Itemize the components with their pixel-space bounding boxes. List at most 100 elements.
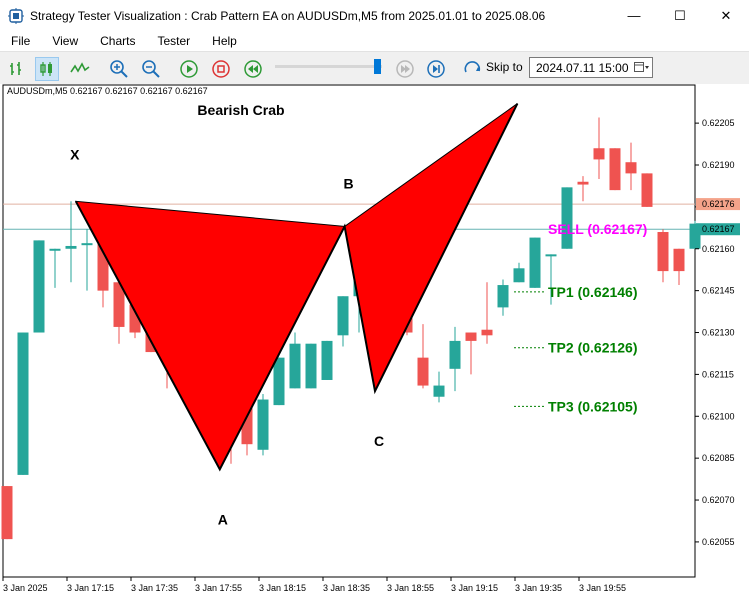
menu-charts[interactable]: Charts xyxy=(89,34,146,48)
skip-to-button[interactable] xyxy=(461,57,485,81)
skip-disabled-icon xyxy=(396,60,414,78)
x-tick-label: 3 Jan 17:55 xyxy=(195,583,242,593)
maximize-icon: ☐ xyxy=(674,7,686,23)
play-button[interactable] xyxy=(177,57,201,81)
candle-body xyxy=(657,232,669,272)
maximize-button[interactable]: ☐ xyxy=(657,0,703,31)
candle-body xyxy=(625,162,637,174)
menu-view[interactable]: View xyxy=(41,34,89,48)
calendar-dropdown-button[interactable] xyxy=(634,60,650,75)
candle-body xyxy=(65,245,77,249)
ask-price-tag-text: 0.62167 xyxy=(702,224,735,234)
zoom-in-button[interactable] xyxy=(107,57,131,81)
zoom-out-icon xyxy=(142,60,160,78)
candle-body xyxy=(1,486,13,540)
y-tick-label: 0.62115 xyxy=(702,369,734,379)
candle-body xyxy=(465,332,477,341)
x-tick-label: 3 Jan 17:35 xyxy=(131,583,178,593)
x-tick-label: 3 Jan 18:55 xyxy=(387,583,434,593)
menu-bar: File View Charts Tester Help xyxy=(0,31,749,51)
skip-to-icon xyxy=(464,61,481,73)
close-button[interactable]: ✕ xyxy=(703,0,749,31)
forward-button[interactable] xyxy=(424,57,448,81)
y-tick-label: 0.62100 xyxy=(702,411,735,421)
candle-body xyxy=(513,268,525,283)
x-tick-label: 3 Jan 2025 xyxy=(3,583,48,593)
skip-to-label: Skip to xyxy=(486,60,523,74)
candle-body xyxy=(561,187,573,249)
candle-body xyxy=(433,385,445,397)
candle-body xyxy=(417,357,429,386)
title-bar: Strategy Tester Visualization : Crab Pat… xyxy=(0,0,749,31)
x-tick-label: 3 Jan 19:35 xyxy=(515,583,562,593)
play-icon xyxy=(180,60,198,78)
candle-body xyxy=(673,248,685,272)
candle-body xyxy=(257,399,269,450)
tp-label: TP3 (0.62105) xyxy=(548,398,638,414)
candle-body xyxy=(337,296,349,336)
pattern-title: Bearish Crab xyxy=(197,102,284,118)
candle-body xyxy=(17,332,29,475)
x-tick-label: 3 Jan 19:55 xyxy=(579,583,626,593)
y-tick-label: 0.62085 xyxy=(702,453,735,463)
y-tick-label: 0.62130 xyxy=(702,328,735,338)
close-icon: ✕ xyxy=(720,7,732,23)
candle-body xyxy=(33,240,45,333)
pattern-label-b: B xyxy=(344,175,354,191)
bar-chart-icon xyxy=(10,62,21,75)
forward-icon xyxy=(427,60,445,78)
y-tick-label: 0.62190 xyxy=(702,160,735,170)
x-tick-label: 3 Jan 17:15 xyxy=(67,583,114,593)
candle-body xyxy=(529,237,541,288)
price-chart[interactable]: X A B C Bearish Crab AUDUSDm,M5 0.62167 0.621… xyxy=(0,84,749,600)
stop-button[interactable] xyxy=(209,57,233,81)
candle-body xyxy=(321,340,333,380)
candlestick-button[interactable] xyxy=(35,57,59,81)
window-title: Strategy Tester Visualization : Crab Pat… xyxy=(30,8,546,23)
candle-body xyxy=(289,343,301,389)
y-tick-label: 0.62070 xyxy=(702,495,735,505)
bid-price-tag-text: 0.62176 xyxy=(702,199,735,209)
calendar-icon xyxy=(634,61,649,72)
candle-body xyxy=(273,357,285,406)
y-tick-label: 0.62145 xyxy=(702,286,735,296)
skip-to-date-field[interactable]: 2024.07.11 15:00 xyxy=(529,57,653,78)
skip-disabled-button[interactable] xyxy=(393,57,417,81)
rewind-button[interactable] xyxy=(241,57,265,81)
x-tick-label: 3 Jan 18:35 xyxy=(323,583,370,593)
menu-tester[interactable]: Tester xyxy=(146,34,201,48)
y-tick-label: 0.62205 xyxy=(702,118,735,128)
tp-label: TP1 (0.62146) xyxy=(548,284,638,300)
candle-body xyxy=(449,340,461,369)
candle-body xyxy=(545,254,557,257)
sell-label: SELL (0.62167) xyxy=(548,221,647,237)
candle-body xyxy=(497,285,509,308)
candle-body xyxy=(641,173,653,207)
y-tick-label: 0.62160 xyxy=(702,244,735,254)
zoom-in-icon xyxy=(110,60,128,78)
x-tick-label: 3 Jan 18:15 xyxy=(259,583,306,593)
candlestick-icon xyxy=(40,62,52,76)
candle-body xyxy=(81,243,93,246)
bar-chart-button[interactable] xyxy=(5,57,29,81)
pattern-label-x: X xyxy=(70,146,80,162)
rewind-icon xyxy=(244,60,262,78)
x-tick-label: 3 Jan 19:15 xyxy=(451,583,498,593)
strategy-tester-icon xyxy=(8,7,24,24)
pattern-label-c: C xyxy=(374,433,384,449)
line-chart-icon xyxy=(70,62,90,73)
candle-body xyxy=(609,148,621,191)
line-chart-button[interactable] xyxy=(68,57,92,81)
minimize-icon: — xyxy=(627,8,641,23)
zoom-out-button[interactable] xyxy=(139,57,163,81)
pattern-label-a: A xyxy=(218,511,228,527)
menu-help[interactable]: Help xyxy=(201,34,248,48)
stop-icon xyxy=(212,60,230,78)
minimize-button[interactable]: — xyxy=(611,0,657,31)
y-tick-label: 0.62055 xyxy=(702,537,735,547)
candle-body xyxy=(593,148,605,160)
tp-label: TP2 (0.62126) xyxy=(548,340,638,356)
menu-file[interactable]: File xyxy=(0,34,41,48)
speed-slider-thumb[interactable] xyxy=(374,59,381,74)
speed-slider-track[interactable] xyxy=(275,65,382,68)
